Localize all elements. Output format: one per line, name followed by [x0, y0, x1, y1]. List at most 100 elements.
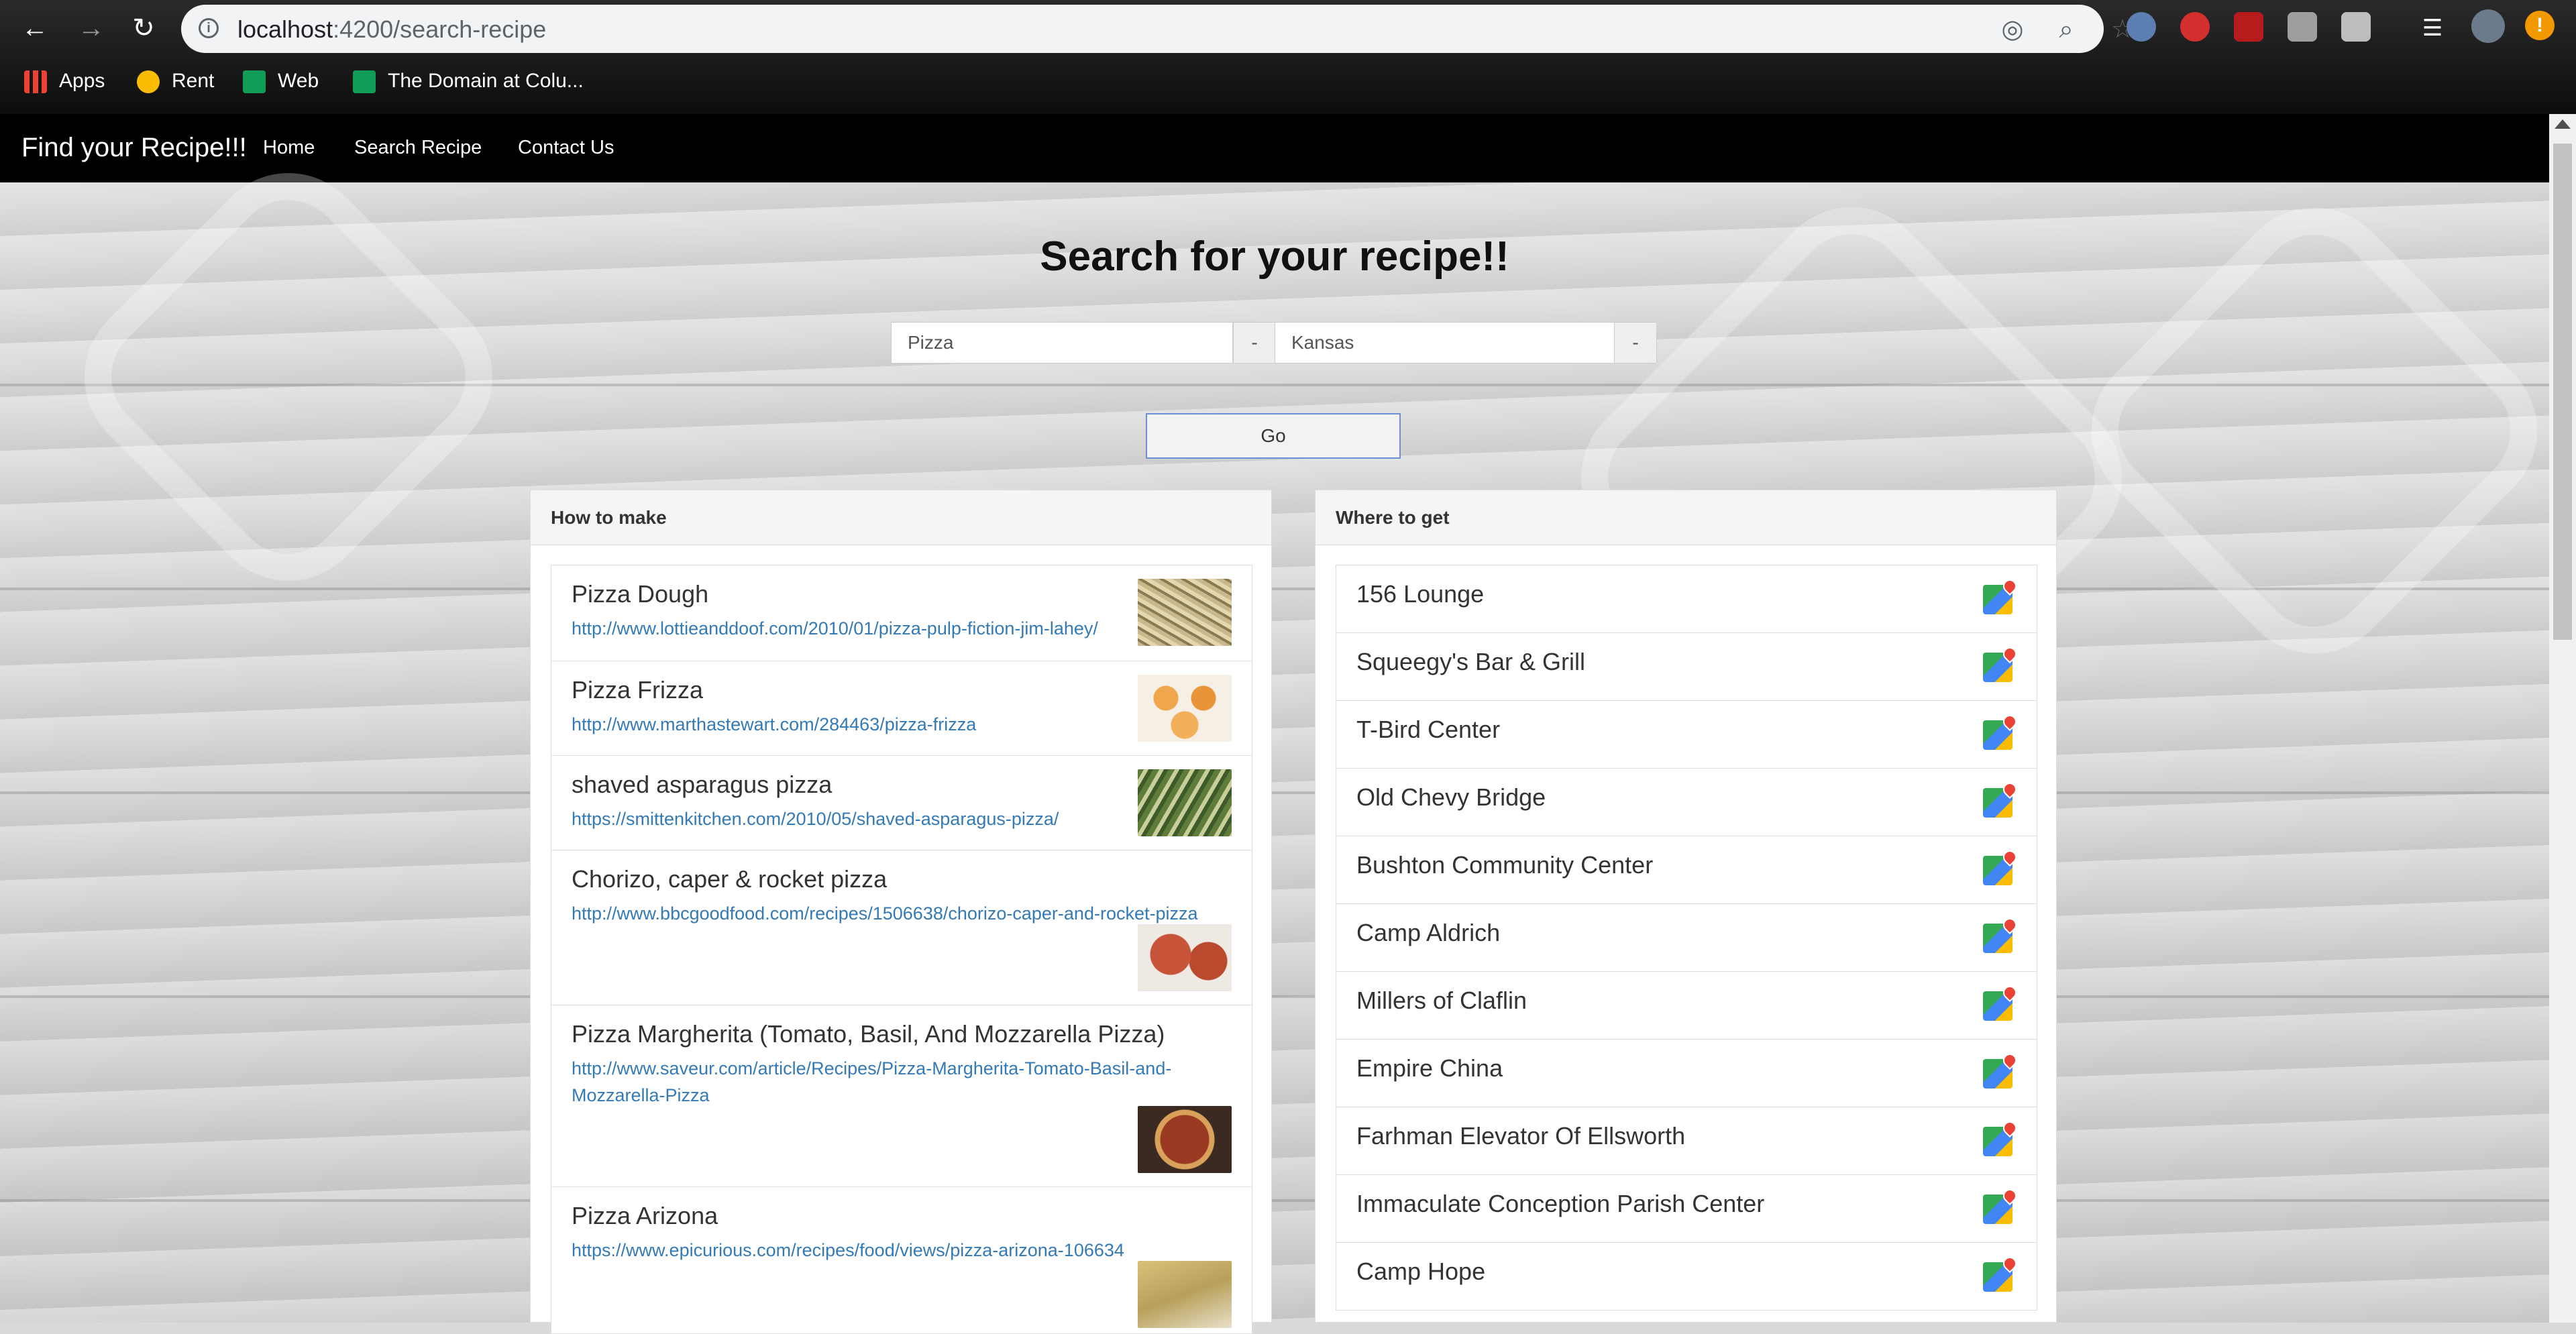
recipe-item[interactable]: Pizza Arizona https://www.epicurious.com… [551, 1186, 1252, 1334]
plus-square-icon [243, 70, 266, 94]
recipe-title: Pizza Arizona [572, 1202, 718, 1229]
google-maps-icon[interactable] [1983, 653, 2012, 682]
pizza-dough-photo [1138, 579, 1232, 646]
recipe-link[interactable]: https://smittenkitchen.com/2010/05/shave… [572, 805, 1222, 832]
location-search-input[interactable] [1275, 322, 1617, 364]
bookmark-domain[interactable]: The Domain at Colu... [353, 67, 584, 95]
page-title: Search for your recipe!! [1040, 233, 1509, 280]
place-item[interactable]: Bushton Community Center [1336, 836, 2037, 904]
google-maps-icon[interactable] [1983, 991, 2012, 1021]
place-item[interactable]: Old Chevy Bridge [1336, 768, 2037, 836]
profile-avatar[interactable] [2471, 9, 2505, 43]
places-panel-heading: Where to get [1316, 490, 2056, 545]
apps-grid-icon [24, 70, 47, 94]
place-item[interactable]: Camp Hope [1336, 1242, 2037, 1311]
places-panel: Where to get 156 Lounge Squeegy's Bar & … [1315, 490, 2057, 1323]
update-warning-icon[interactable]: ! [2525, 11, 2555, 40]
pdf-extension-icon[interactable] [2234, 12, 2263, 42]
bookmark-web[interactable]: Web [243, 67, 319, 95]
place-name: T-Bird Center [1356, 716, 1501, 743]
google-maps-icon[interactable] [1983, 585, 2012, 614]
scroll-up-arrow-icon[interactable] [2555, 119, 2571, 129]
nav-search-recipe[interactable]: Search Recipe [354, 137, 482, 159]
place-item[interactable]: Farhman Elevator Of Ellsworth [1336, 1107, 2037, 1175]
place-name: Old Chevy Bridge [1356, 783, 1546, 811]
scroll-thumb[interactable] [2553, 144, 2572, 640]
recipe-item[interactable]: Pizza Margherita (Tomato, Basil, And Moz… [551, 1005, 1252, 1187]
place-name: Immaculate Conception Parish Center [1356, 1190, 1765, 1217]
chrome-icon [137, 70, 160, 94]
recipe-item[interactable]: Pizza Dough http://www.lottieanddoof.com… [551, 565, 1252, 661]
back-arrow-icon[interactable]: ← [16, 9, 54, 47]
margherita-pizza-photo [1138, 1106, 1232, 1173]
place-name: 156 Lounge [1356, 580, 1485, 608]
google-maps-icon[interactable] [1983, 1059, 2012, 1089]
asparagus-pizza-photo [1138, 769, 1232, 836]
brand-link[interactable]: Find your Recipe!!! [21, 133, 247, 163]
browser-toolbar: ← → ↻ i localhost:4200/search-recipe ◎ ⌕… [0, 0, 2576, 58]
zoom-icon[interactable]: ⌕ [2051, 15, 2081, 44]
recipes-panel: How to make Pizza Dough http://www.lotti… [530, 490, 1272, 1334]
recipe-title: shaved asparagus pizza [572, 771, 833, 798]
nav-home[interactable]: Home [263, 137, 315, 159]
google-maps-icon[interactable] [1983, 1194, 2012, 1224]
place-name: Bushton Community Center [1356, 851, 1654, 879]
location-search-group: - [1275, 322, 1657, 364]
media-queue-icon[interactable]: ☰ [2414, 9, 2451, 47]
extension-light-icon[interactable] [2341, 12, 2371, 42]
recipe-link[interactable]: http://www.saveur.com/article/Recipes/Pi… [572, 1055, 1222, 1109]
recipe-input-addon: - [1233, 322, 1276, 364]
recipe-search-input[interactable] [891, 322, 1233, 364]
adblock-icon[interactable] [2180, 12, 2210, 42]
place-item[interactable]: 156 Lounge [1336, 565, 2037, 633]
recipe-item[interactable]: Pizza Frizza http://www.marthastewart.co… [551, 661, 1252, 756]
recipe-link[interactable]: http://www.marthastewart.com/284463/pizz… [572, 711, 1222, 738]
address-bar[interactable]: i localhost:4200/search-recipe ◎ ⌕ ☆ [181, 5, 2134, 53]
recipe-item[interactable]: Chorizo, caper & rocket pizza http://www… [551, 850, 1252, 1005]
location-blocked-icon[interactable]: ◎ [1998, 15, 2027, 44]
recipe-list: Pizza Dough http://www.lottieanddoof.com… [551, 565, 1252, 1334]
recipe-title: Chorizo, caper & rocket pizza [572, 865, 888, 893]
location-input-addon: - [1614, 322, 1657, 364]
nav-contact-us[interactable]: Contact Us [518, 137, 614, 159]
extension-icon[interactable] [2127, 12, 2156, 42]
place-list: 156 Lounge Squeegy's Bar & Grill T-Bird … [1336, 565, 2037, 1311]
browser-chrome: ← → ↻ i localhost:4200/search-recipe ◎ ⌕… [0, 0, 2576, 114]
recipe-link[interactable]: http://www.bbcgoodfood.com/recipes/15066… [572, 900, 1222, 927]
page-body: Search for your recipe!! - - Go How to m… [0, 140, 2571, 1334]
place-item[interactable]: T-Bird Center [1336, 700, 2037, 769]
page-scrollbar[interactable] [2549, 114, 2576, 1323]
google-maps-icon[interactable] [1983, 720, 2012, 750]
google-maps-icon[interactable] [1983, 856, 2012, 885]
chorizo-pizza-photo [1138, 924, 1232, 991]
place-item[interactable]: Empire China [1336, 1039, 2037, 1107]
reload-icon[interactable]: ↻ [125, 9, 162, 47]
google-maps-icon[interactable] [1983, 1127, 2012, 1156]
place-item[interactable]: Squeegy's Bar & Grill [1336, 632, 2037, 701]
info-icon[interactable]: i [199, 18, 219, 38]
place-item[interactable]: Millers of Claflin [1336, 971, 2037, 1040]
go-button[interactable]: Go [1146, 413, 1401, 459]
place-name: Camp Hope [1356, 1258, 1486, 1285]
google-maps-icon[interactable] [1983, 1262, 2012, 1292]
place-item[interactable]: Camp Aldrich [1336, 903, 2037, 972]
recipe-link[interactable]: http://www.lottieanddoof.com/2010/01/piz… [572, 615, 1222, 642]
place-item[interactable]: Immaculate Conception Parish Center [1336, 1174, 2037, 1243]
forward-arrow-icon[interactable]: → [72, 9, 110, 47]
google-maps-icon[interactable] [1983, 788, 2012, 818]
recipe-title: Pizza Dough [572, 580, 709, 608]
recipe-link[interactable]: https://www.epicurious.com/recipes/food/… [572, 1237, 1222, 1264]
bookmark-apps[interactable]: Apps [24, 67, 105, 95]
sheets-icon [353, 70, 376, 94]
recipe-item[interactable]: shaved asparagus pizza https://smittenki… [551, 755, 1252, 850]
extension-gray-icon[interactable] [2288, 12, 2317, 42]
bookmarks-bar: Apps Rent Web The Domain at Colu... [0, 58, 2576, 105]
bookmark-rent[interactable]: Rent [137, 67, 214, 95]
address-url[interactable]: localhost:4200/search-recipe [237, 15, 546, 44]
site-navbar: Find your Recipe!!! Home Search Recipe C… [0, 114, 2549, 182]
place-name: Squeegy's Bar & Grill [1356, 648, 1586, 675]
place-name: Empire China [1356, 1054, 1503, 1082]
background-decoration [51, 140, 526, 614]
google-maps-icon[interactable] [1983, 924, 2012, 953]
place-name: Millers of Claflin [1356, 987, 1527, 1014]
